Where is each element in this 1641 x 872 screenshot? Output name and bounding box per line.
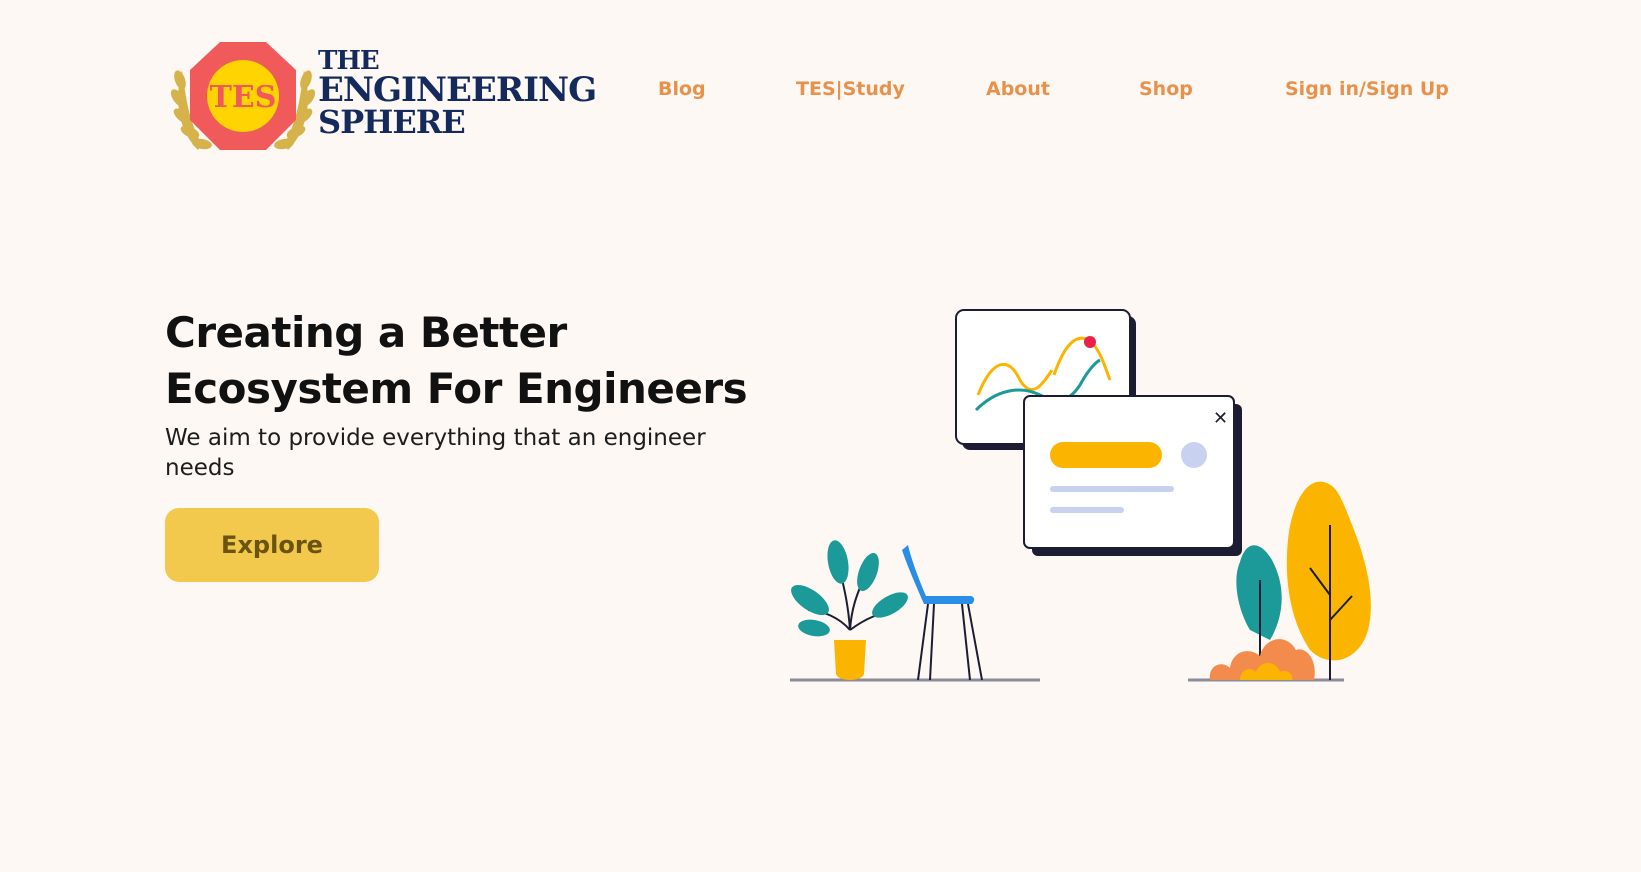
explore-button[interactable]: Explore: [165, 508, 379, 582]
hero-title-line-2: Ecosystem For Engineers: [165, 364, 748, 413]
nav-sign-in[interactable]: Sign in/Sign Up: [1285, 78, 1449, 100]
popup-window: ✕: [1023, 395, 1242, 556]
nav-shop[interactable]: Shop: [1139, 78, 1193, 100]
chart-marker-icon: [1084, 336, 1096, 348]
close-icon: ✕: [1213, 408, 1228, 429]
hero-subtitle: We aim to provide everything that an eng…: [165, 425, 706, 481]
hero-section: Creating a Better Ecosystem For Engineer…: [165, 305, 785, 483]
hero-title-line-1: Creating a Better: [165, 308, 567, 357]
nav-about[interactable]: About: [986, 78, 1050, 100]
brand-line-3: SPHERE: [318, 103, 466, 141]
chair-icon: [902, 545, 983, 681]
nav-tes-study[interactable]: TES|Study: [796, 78, 905, 100]
nav-blog[interactable]: Blog: [658, 78, 706, 100]
hero-illustration: ✕: [790, 309, 1371, 682]
main-nav: Blog TES|Study About Shop Sign in/Sign U…: [0, 78, 1641, 106]
hero-title: Creating a Better Ecosystem For Engineer…: [165, 305, 785, 417]
potted-plant-icon: [791, 540, 908, 680]
